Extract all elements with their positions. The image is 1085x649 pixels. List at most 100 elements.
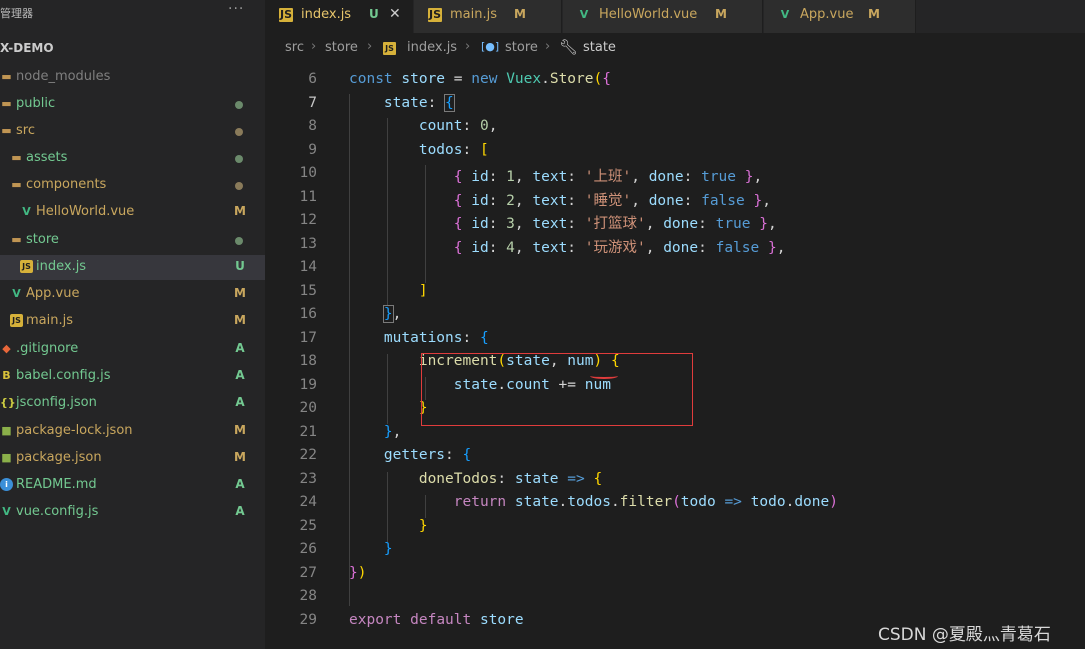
tree-item-label: index.js	[36, 259, 87, 274]
js-icon: JS	[279, 8, 293, 22]
tree-item-label: public	[16, 96, 56, 111]
tree-item[interactable]: {} jsconfig.json A	[0, 391, 265, 416]
explorer-header: 管理器 ···	[0, 1, 265, 23]
tab-label: main.js	[450, 7, 497, 22]
code-line-23: doneTodos: state => {	[418, 470, 603, 487]
tree-item[interactable]: ▬ public	[0, 92, 265, 117]
vue-icon: V	[12, 287, 21, 300]
git-status-badge: M	[234, 423, 246, 437]
tree-item[interactable]: ▬ components	[0, 173, 265, 198]
npm-icon: ■	[1, 424, 12, 437]
tree-item[interactable]: ■ package.json M	[0, 446, 265, 471]
tree-item[interactable]: ▬ src	[0, 119, 265, 144]
tree-item-label: main.js	[26, 313, 73, 328]
chevron-right-icon: ›	[545, 39, 551, 54]
tab-label: index.js	[301, 7, 352, 22]
code-line-17: mutations: {	[383, 329, 489, 346]
project-root[interactable]: X-DEMO	[0, 41, 54, 55]
code-line-10: { id: 1, text: '上班', done: true },	[453, 169, 763, 185]
chevron-right-icon: ›	[311, 39, 317, 54]
code-line-27: })	[349, 564, 367, 581]
tab-label: App.vue	[800, 7, 854, 22]
git-status-badge: M	[234, 204, 246, 218]
tree-item[interactable]: ▬ store	[0, 228, 265, 253]
explorer-sidebar: 管理器 ··· X-DEMO ▬ node_modules ▬ public ▬ src ▬…	[0, 0, 265, 649]
tree-item[interactable]: JS index.js U	[0, 255, 265, 280]
change-dot	[235, 182, 243, 190]
git-status-badge: U	[235, 259, 245, 273]
change-dot	[235, 101, 243, 109]
change-dot	[235, 237, 243, 245]
tree-item[interactable]: Vvue.config.js A	[0, 500, 265, 525]
tree-item[interactable]: ▬ assets	[0, 146, 265, 171]
tab-app-vue[interactable]: V App.vue M	[764, 0, 916, 33]
git-status-badge: A	[235, 395, 245, 409]
tree-item-label: vue.config.js	[16, 504, 99, 519]
json-icon: {}	[0, 396, 16, 409]
change-dot	[235, 128, 243, 136]
code-line-12: { id: 3, text: '打篮球', done: true },	[453, 216, 777, 232]
close-icon[interactable]: ✕	[389, 6, 401, 22]
code-line-26: }	[383, 541, 393, 557]
git-status-badge: A	[235, 368, 245, 382]
folder-icon: ▬	[1, 124, 12, 137]
code-line-15: ]	[418, 282, 428, 299]
tab-index-js[interactable]: JS index.js U ✕	[265, 0, 413, 33]
tab-label: HelloWorld.vue	[599, 7, 698, 22]
tab-helloworld-vue[interactable]: V HelloWorld.vue M	[563, 0, 763, 33]
folder-icon: ▬	[1, 70, 12, 83]
breadcrumb-leaf[interactable]: state	[583, 40, 616, 55]
folder-icon: ▬	[11, 151, 22, 164]
tree-item-label: App.vue	[26, 286, 80, 301]
git-status-badge: A	[235, 504, 245, 518]
tree-item[interactable]: ◆ .gitignore A	[0, 337, 265, 362]
code-line-6: const store = new Vuex.Store({	[349, 71, 611, 87]
breadcrumb-file[interactable]: index.js	[407, 40, 457, 55]
tree-item-label: package-lock.json	[16, 423, 133, 438]
js-icon: JS	[383, 42, 396, 55]
tree-item-label: babel.config.js	[16, 368, 111, 383]
vue-config-icon: V	[2, 505, 11, 518]
vue-icon: V	[22, 205, 31, 218]
git-status-badge: M	[234, 450, 246, 464]
tree-item[interactable]: ■ package-lock.json M	[0, 419, 265, 444]
folder-icon: ▬	[11, 178, 22, 191]
breadcrumb-src[interactable]: src	[285, 40, 304, 55]
tree-item[interactable]: ▬ node_modules	[0, 65, 265, 90]
tree-item-label: src	[16, 123, 35, 138]
code-line-13: { id: 4, text: '玩游戏', done: false },	[453, 239, 786, 256]
tree-item[interactable]: V HelloWorld.vue M	[0, 200, 265, 225]
tree-item[interactable]: JS main.js M	[0, 309, 265, 334]
js-icon: JS	[10, 314, 23, 327]
vue-icon: V	[780, 8, 790, 21]
tree-item[interactable]: Bbabel.config.js A	[0, 364, 265, 389]
code-line-16: },	[382, 305, 402, 323]
breadcrumb: src › store › JS index.js › [●] store › …	[265, 38, 1085, 62]
tree-item-label: jsconfig.json	[16, 395, 97, 410]
tree-item[interactable]: V App.vue M	[0, 282, 265, 307]
git-status-badge: A	[235, 477, 245, 491]
tree-item-label: assets	[26, 150, 68, 165]
tab-main-js[interactable]: JS main.js M	[414, 0, 562, 33]
tree-item[interactable]: i README.md A	[0, 473, 265, 498]
code-line-25: }	[418, 517, 428, 534]
breadcrumb-symbol[interactable]: store	[505, 40, 538, 55]
annotation-underline	[590, 373, 618, 379]
git-status-badge: M	[234, 286, 246, 300]
babel-icon: B	[2, 369, 11, 382]
folder-icon: ▬	[1, 97, 12, 110]
npm-icon: ■	[1, 451, 12, 464]
watermark: CSDN @夏殿灬青葛石	[878, 625, 1051, 645]
explorer-title: 管理器	[0, 7, 33, 20]
code-line-7: state: {	[383, 93, 455, 112]
modified-badge: M	[514, 7, 526, 21]
js-icon: JS	[20, 260, 33, 273]
more-actions-icon[interactable]: ···	[228, 1, 244, 17]
vue-icon: V	[579, 8, 589, 21]
breadcrumb-store[interactable]: store	[325, 40, 358, 55]
untracked-badge: U	[369, 7, 379, 21]
tree-item-label: store	[26, 232, 59, 247]
tree-item-label: components	[26, 177, 107, 192]
info-icon: i	[0, 478, 13, 491]
git-icon: ◆	[2, 342, 11, 355]
